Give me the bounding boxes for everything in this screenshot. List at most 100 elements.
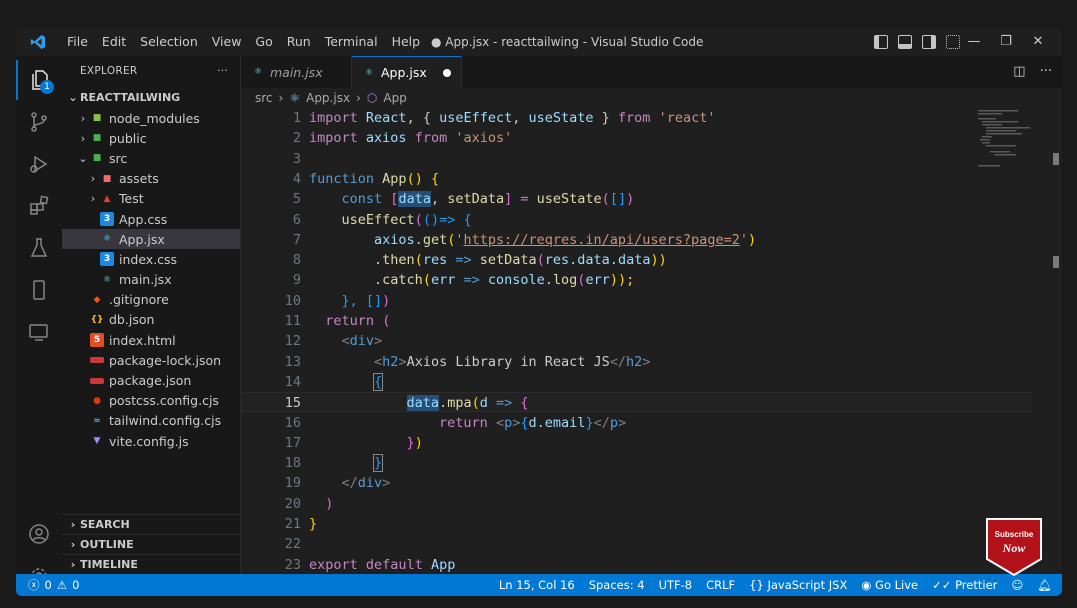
code-editor[interactable]: 1 import React, { useEffect, useState } f… — [241, 108, 1032, 574]
source-control-icon[interactable] — [16, 102, 62, 142]
tree-item-vite-config[interactable]: ▼ vite.config.js — [62, 431, 240, 451]
indentation[interactable]: Spaces: 4 — [589, 578, 645, 592]
tree-item-gitignore[interactable]: ◆ .gitignore — [62, 290, 240, 310]
notifications-bell-icon[interactable]: 🔔︎ — [1037, 578, 1052, 592]
restore-button[interactable]: ❐ — [990, 28, 1022, 56]
run-debug-icon[interactable] — [16, 144, 62, 184]
title-bar: File Edit Selection View Go Run Terminal… — [16, 28, 1062, 56]
breadcrumb-symbol[interactable]: App — [383, 91, 406, 105]
line-number: 6 — [292, 211, 301, 228]
menu-help[interactable]: Help — [385, 28, 428, 56]
accounts-status-icon[interactable]: ☺ — [1011, 578, 1023, 592]
minimize-button[interactable]: — — [958, 28, 990, 56]
more-actions-icon[interactable]: ··· — [1040, 64, 1052, 79]
tree-item-node-modules[interactable]: › ■ node_modules — [62, 108, 240, 128]
section-outline[interactable]: › OUTLINE — [62, 534, 240, 554]
explorer-badge: 1 — [40, 80, 54, 94]
line-number: 4 — [292, 170, 301, 187]
menu-go[interactable]: Go — [248, 28, 279, 56]
tree-item-postcss-config[interactable]: ● postcss.config.cjs — [62, 391, 240, 411]
tree-item-label: vite.config.js — [109, 433, 189, 449]
breadcrumb-separator: › — [278, 91, 284, 105]
code-line: 4 function App() { — [241, 169, 1032, 189]
tree-item-assets[interactable]: › ■ assets — [62, 169, 240, 189]
code-line: 3 — [241, 149, 1032, 169]
chevron-down-icon: ⌄ — [78, 151, 88, 165]
toggle-primary-sidebar-icon[interactable] — [874, 35, 888, 49]
go-live-button[interactable]: ◉ Go Live — [861, 578, 918, 592]
tree-item-app-css[interactable]: 3 App.css — [62, 209, 240, 229]
menu-terminal[interactable]: Terminal — [318, 28, 385, 56]
warning-count: 0 — [72, 578, 80, 592]
explorer-more-icon[interactable]: ··· — [217, 65, 228, 77]
section-search[interactable]: › SEARCH — [62, 514, 240, 534]
symbol-cube-icon: ⬡ — [366, 91, 378, 105]
tree-item-label: App.css — [119, 211, 168, 227]
accounts-icon[interactable] — [16, 514, 62, 554]
close-button[interactable]: ✕ — [1022, 28, 1054, 56]
unsaved-dot-icon[interactable] — [443, 68, 451, 77]
subscribe-now-badge[interactable]: Subscribe Now — [985, 517, 1043, 577]
tree-item-src[interactable]: ⌄ ■ src — [62, 148, 240, 168]
tree-item-package-json[interactable]: package.json — [62, 370, 240, 390]
code-line: 8 .then(res => setData(res.data.data)) — [241, 250, 1032, 270]
tree-item-index-css[interactable]: 3 index.css — [62, 249, 240, 269]
tree-item-app-jsx[interactable]: ⚛ App.jsx — [62, 229, 240, 250]
tab-app-jsx[interactable]: ⚛ App.jsx — [352, 56, 462, 88]
tab-main-jsx[interactable]: ⚛ main.jsx — [241, 56, 352, 88]
tree-item-index-html[interactable]: 5 index.html — [62, 330, 240, 350]
editor-scrollbar[interactable] — [1048, 108, 1062, 574]
subscribe-text: Subscribe — [995, 530, 1034, 539]
remote-device-icon[interactable] — [16, 270, 62, 310]
code-line: 6 useEffect(()=> { — [241, 210, 1032, 230]
section-timeline[interactable]: › TIMELINE — [62, 554, 240, 574]
menu-file[interactable]: File — [60, 28, 95, 56]
menu-run[interactable]: Run — [280, 28, 318, 56]
editor-tabs: ⚛ main.jsx ⚛ App.jsx ◫ ··· — [241, 56, 1062, 88]
tree-item-package-lock-json[interactable]: package-lock.json — [62, 350, 240, 370]
prettier-status[interactable]: ✓✓ Prettier — [932, 578, 997, 592]
code-line: 11 return ( — [241, 311, 1032, 331]
code-line: 7 axios.get('https://reqres.in/api/users… — [241, 230, 1032, 250]
menu-edit[interactable]: Edit — [95, 28, 133, 56]
workspace-root[interactable]: ⌄ REACTTAILWING — [62, 86, 240, 108]
breadcrumb-file[interactable]: App.jsx — [306, 91, 350, 105]
explorer-icon[interactable]: 1 — [16, 60, 62, 100]
breadcrumb-folder[interactable]: src — [255, 91, 273, 105]
section-label: SEARCH — [80, 518, 130, 531]
minimap[interactable] — [978, 108, 1048, 168]
folder-test-icon: ▲ — [103, 193, 111, 204]
problems-indicator[interactable]: ⓧ 0 ⚠ 0 — [16, 577, 79, 593]
line-number: 17 — [284, 434, 301, 451]
toggle-secondary-sidebar-icon[interactable] — [922, 35, 936, 49]
scrollbar-marker — [1053, 153, 1059, 165]
language-mode[interactable]: {} JavaScript JSX — [749, 578, 847, 592]
line-number: 21 — [284, 516, 301, 532]
split-editor-icon[interactable]: ◫ — [1013, 64, 1025, 79]
tree-item-main-jsx[interactable]: ⚛ main.jsx — [62, 270, 240, 290]
chevron-right-icon: › — [70, 558, 76, 571]
remote-explorer-icon[interactable] — [16, 312, 62, 352]
explorer-header: EXPLORER ··· — [62, 56, 240, 86]
activity-bar: 1 — [16, 56, 62, 584]
code-text: <h2>Axios Library in React JS</h2> — [374, 353, 651, 370]
line-number: 23 — [284, 556, 301, 573]
line-ending[interactable]: CRLF — [706, 578, 735, 592]
toggle-panel-icon[interactable] — [898, 35, 912, 49]
encoding[interactable]: UTF-8 — [659, 578, 693, 592]
npm-file-icon — [90, 377, 104, 384]
tree-item-public[interactable]: › ■ public — [62, 128, 240, 148]
menu-selection[interactable]: Selection — [133, 28, 205, 56]
testing-icon[interactable] — [16, 228, 62, 268]
line-number: 18 — [284, 455, 301, 472]
line-number: 22 — [284, 536, 301, 553]
language-label: JavaScript JSX — [767, 578, 848, 592]
code-text: return ( — [325, 313, 391, 329]
menu-view[interactable]: View — [205, 28, 249, 56]
extensions-icon[interactable] — [16, 186, 62, 226]
cursor-position[interactable]: Ln 15, Col 16 — [499, 578, 575, 592]
code-text: </div> — [341, 475, 391, 492]
tree-item-db-json[interactable]: {} db.json — [62, 310, 240, 330]
tree-item-tailwind-config[interactable]: ≈ tailwind.config.cjs — [62, 411, 240, 431]
tree-item-test[interactable]: › ▲ Test — [62, 189, 240, 209]
